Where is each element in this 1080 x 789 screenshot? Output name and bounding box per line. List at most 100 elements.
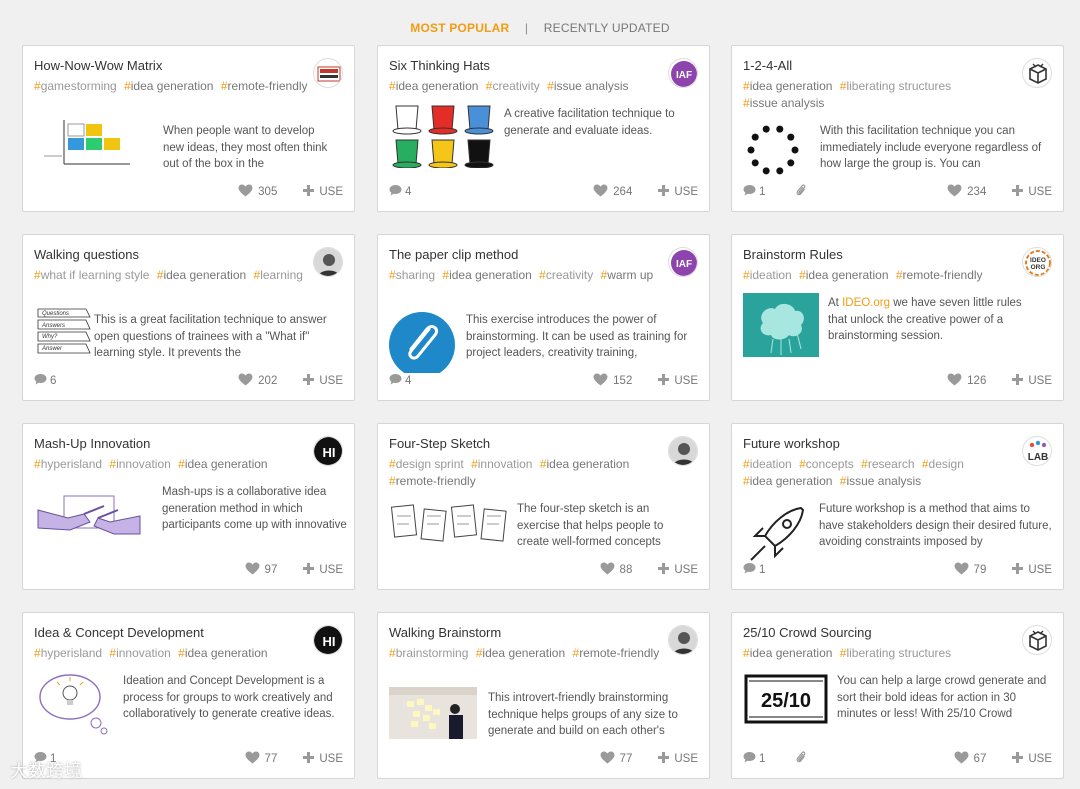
tag-link[interactable]: #ideation [743,457,792,471]
comment-count[interactable]: 1 [759,186,765,198]
tag-link[interactable]: #learning [254,268,303,282]
tag-link[interactable]: #design [922,457,964,471]
tab-recently-updated[interactable]: RECENTLY UPDATED [544,21,670,35]
tag-link[interactable]: #idea generation [389,79,478,93]
plus-icon[interactable] [303,563,315,577]
heart-icon[interactable] [238,373,253,389]
heart-icon[interactable] [947,373,962,389]
plus-icon[interactable] [1012,563,1024,577]
method-card[interactable]: Six Thinking Hats #idea generation #creat… [377,45,710,212]
heart-icon[interactable] [593,373,608,389]
card-title[interactable]: Four-Step Sketch [389,436,659,451]
hi-logo[interactable]: HI [313,436,343,466]
plus-icon[interactable] [658,752,670,766]
tag-link[interactable]: #idea generation [743,474,832,488]
tag-link[interactable]: #gamestorming [34,79,117,93]
comment-count[interactable]: 4 [405,186,411,198]
plus-icon[interactable] [1012,185,1024,199]
plus-icon[interactable] [1012,374,1024,388]
ideo-logo[interactable]: IDEO ORG [1022,247,1052,277]
comment-count[interactable]: 6 [50,375,56,387]
tag-link[interactable]: #remote-friendly [389,474,476,488]
card-title[interactable]: The paper clip method [389,247,659,262]
card-title[interactable]: Mash-Up Innovation [34,436,304,451]
tag-link[interactable]: #ideation [743,268,792,282]
use-button[interactable]: USE [319,186,343,198]
tag-link[interactable]: #warm up [601,268,654,282]
card-title[interactable]: Brainstorm Rules [743,247,1013,262]
heart-icon[interactable] [954,751,969,767]
tab-most-popular[interactable]: MOST POPULAR [410,21,509,35]
tag-link[interactable]: #issue analysis [547,79,628,93]
tag-link[interactable]: #issue analysis [840,474,921,488]
use-button[interactable]: USE [674,186,698,198]
tag-link[interactable]: #creativity [486,79,540,93]
use-button[interactable]: USE [319,375,343,387]
card-title[interactable]: Future workshop [743,436,1013,451]
heart-icon[interactable] [593,184,608,200]
method-card[interactable]: Mash-Up Innovation #hyperisland #innovati… [22,423,355,590]
ideo-link[interactable]: IDEO.org [842,297,890,309]
plus-icon[interactable] [658,374,670,388]
tag-link[interactable]: #idea generation [442,268,531,282]
tag-link[interactable]: #idea generation [178,646,267,660]
tag-link[interactable]: #hyperisland [34,457,102,471]
tag-link[interactable]: #idea generation [476,646,565,660]
tag-link[interactable]: #hyperisland [34,646,102,660]
use-button[interactable]: USE [319,564,343,576]
heart-icon[interactable] [954,562,969,578]
tag-link[interactable]: #innovation [109,646,170,660]
comment-count[interactable]: 1 [759,753,765,765]
tag-link[interactable]: #what if learning style [34,268,149,282]
gamestorming-logo[interactable] [313,58,343,88]
plus-icon[interactable] [1012,752,1024,766]
method-card[interactable]: 1-2-4-All #idea generation #liberating st… [731,45,1064,212]
use-button[interactable]: USE [674,564,698,576]
method-card[interactable]: 25/10 Crowd Sourcing #idea generation #li… [731,612,1064,779]
method-card[interactable]: Walking Brainstorm #brainstorming #idea g… [377,612,710,779]
tag-link[interactable]: #brainstorming [389,646,468,660]
plus-icon[interactable] [658,185,670,199]
card-title[interactable]: Walking Brainstorm [389,625,659,640]
method-card[interactable]: Future workshop #ideation #concepts #rese… [731,423,1064,590]
heart-icon[interactable] [245,562,260,578]
tag-link[interactable]: #innovation [471,457,532,471]
tag-link[interactable]: #design sprint [389,457,464,471]
heart-icon[interactable] [245,751,260,767]
tag-link[interactable]: #remote-friendly [896,268,983,282]
hi-logo[interactable]: HI [313,625,343,655]
use-button[interactable]: USE [319,753,343,765]
method-card[interactable]: The paper clip method #sharing #idea gene… [377,234,710,401]
liberating-structures-logo[interactable] [1022,58,1052,88]
card-title[interactable]: Six Thinking Hats [389,58,659,73]
iaf-logo[interactable]: IAF [668,58,698,88]
card-title[interactable]: Walking questions [34,247,304,262]
tag-link[interactable]: #idea generation [540,457,629,471]
tag-link[interactable]: #idea generation [743,79,832,93]
person-avatar[interactable] [313,247,343,277]
use-button[interactable]: USE [674,375,698,387]
tag-link[interactable]: #concepts [799,457,854,471]
lab-logo[interactable]: LAB [1022,436,1052,466]
person-avatar[interactable] [668,625,698,655]
tag-link[interactable]: #idea generation [743,646,832,660]
method-card[interactable]: Four-Step Sketch #design sprint #innovati… [377,423,710,590]
use-button[interactable]: USE [1028,753,1052,765]
tag-link[interactable]: #remote-friendly [573,646,660,660]
liberating-structures-logo[interactable] [1022,625,1052,655]
card-title[interactable]: How-Now-Wow Matrix [34,58,304,73]
tag-link[interactable]: #liberating structures [840,79,951,93]
person-avatar[interactable] [668,436,698,466]
heart-icon[interactable] [600,751,615,767]
heart-icon[interactable] [947,184,962,200]
use-button[interactable]: USE [1028,564,1052,576]
tag-link[interactable]: #idea generation [157,268,246,282]
tag-link[interactable]: #research [861,457,914,471]
plus-icon[interactable] [658,563,670,577]
tag-link[interactable]: #innovation [109,457,170,471]
card-title[interactable]: Idea & Concept Development [34,625,304,640]
method-card[interactable]: Walking questions #what if learning style… [22,234,355,401]
tag-link[interactable]: #idea generation [799,268,888,282]
method-card[interactable]: Idea & Concept Development #hyperisland #… [22,612,355,779]
use-button[interactable]: USE [1028,375,1052,387]
